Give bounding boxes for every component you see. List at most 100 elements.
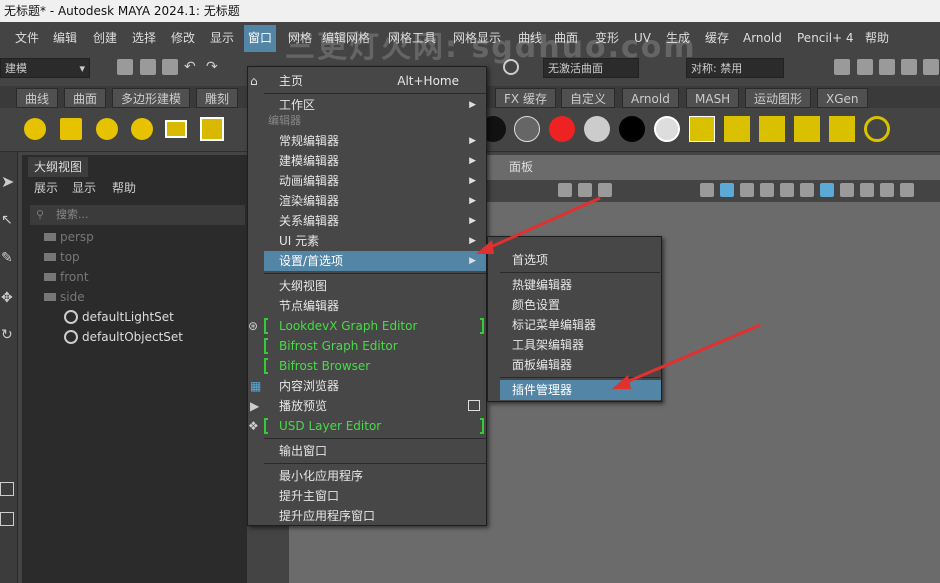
wireframe-icon[interactable] [700,183,714,197]
menu-arnold[interactable]: Arnold [743,25,782,52]
outliner-item-default-light-set[interactable]: defaultLightSet [64,307,174,327]
target-icon[interactable] [864,116,890,142]
hypershade-icon[interactable] [923,59,939,75]
submenu-shelf-editor[interactable]: 工具架编辑器 [488,335,661,355]
menu-home[interactable]: ⌂ 主页 Alt+Home [248,71,486,91]
menu-raise-app[interactable]: 提升应用程序窗口 [248,506,486,526]
spot-light-icon[interactable] [131,118,153,140]
shelf-tab-xgen[interactable]: XGen [817,88,868,108]
shelf-tab-fx-cache[interactable]: FX 缓存 [495,88,556,108]
textured-icon[interactable] [740,183,754,197]
outliner-item-front[interactable]: front [44,267,89,287]
striped-sphere-icon[interactable] [514,116,540,142]
menu-minimize-app[interactable]: 最小化应用程序 [248,466,486,486]
submenu-panel-editor[interactable]: 面板编辑器 [488,355,661,375]
new-scene-icon[interactable] [117,59,133,75]
shelf-tab-surfaces[interactable]: 曲面 [64,88,107,108]
redo-icon[interactable]: ↷ [206,59,222,75]
menu-general-editors[interactable]: 常规编辑器 ▶ [248,131,486,151]
shelf-tab-mash[interactable]: MASH [686,88,740,108]
film-gate-icon[interactable] [578,183,592,197]
xray-icon[interactable] [840,183,854,197]
move-tool-icon[interactable]: ✥ [1,290,13,306]
menu-node-editor[interactable]: 节点编辑器 [248,296,486,316]
menu-rendering-editors[interactable]: 渲染编辑器 ▶ [248,191,486,211]
undo-icon[interactable]: ↶ [184,59,200,75]
menu-modeling-editors[interactable]: 建模编辑器 ▶ [248,151,486,171]
resolution-gate-icon[interactable] [598,183,612,197]
ipr-render-icon[interactable] [879,59,895,75]
smooth-shade-icon[interactable] [720,183,734,197]
menu-outliner[interactable]: 大纲视图 [248,276,486,296]
menu-help[interactable]: 帮助 [865,25,889,52]
submenu-hotkey-editor[interactable]: 热键编辑器 [488,275,661,295]
menu-lookdevx[interactable]: ⊛ LookdevX Graph Editor [248,316,486,336]
film-export-icon[interactable] [829,116,855,142]
xray-joints-icon[interactable] [860,183,874,197]
paint-tool-icon[interactable]: ✎ [1,250,13,266]
layout-four-icon[interactable] [0,512,14,526]
shelf-tab-sculpt[interactable]: 雕刻 [196,88,239,108]
grid-icon[interactable] [558,183,572,197]
menu-select[interactable]: 选择 [132,25,156,52]
select-tool-icon[interactable]: ➤ [1,172,14,191]
shelf-tab-poly[interactable]: 多边形建模 [112,88,191,108]
symmetry-field[interactable]: 对称: 禁用 [686,58,784,78]
white-sphere-icon[interactable] [654,116,680,142]
menu-ui-elements[interactable]: UI 元素 ▶ [248,231,486,251]
save-scene-icon[interactable] [162,59,178,75]
outliner-menu-help[interactable]: 帮助 [112,179,136,197]
render-view-icon[interactable] [834,59,850,75]
menu-create[interactable]: 创建 [93,25,117,52]
xray-components-icon[interactable] [880,183,894,197]
shelf-tab-curves[interactable]: 曲线 [16,88,59,108]
heat-sphere-icon[interactable] [549,116,575,142]
viewport-menu-panels[interactable]: 面板 [509,158,533,178]
point-light-icon[interactable] [96,118,118,140]
menu-animation-editors[interactable]: 动画编辑器 ▶ [248,171,486,191]
menu-display[interactable]: 显示 [210,25,234,52]
submenu-color-settings[interactable]: 颜色设置 [488,295,661,315]
area-light-icon[interactable] [60,118,82,140]
render-icon[interactable] [857,59,873,75]
isolate-icon[interactable] [820,183,834,197]
outliner-search-input[interactable]: ⚲ 搜索... [30,205,245,225]
shelf-tab-arnold[interactable]: Arnold [622,88,679,108]
menu-cache[interactable]: 缓存 [705,25,729,52]
outliner-menu-show[interactable]: 展示 [34,179,58,197]
outliner-item-persp[interactable]: persp [44,227,94,247]
menu-raise-main[interactable]: 提升主窗口 [248,486,486,506]
menu-playblast[interactable]: ▶ 播放预览 [248,396,486,416]
dark-sphere-icon[interactable] [619,116,645,142]
film-add-icon[interactable] [794,116,820,142]
open-scene-icon[interactable] [140,59,156,75]
menu-file[interactable]: 文件 [15,25,39,52]
menu-relationship-editors[interactable]: 关系编辑器 ▶ [248,211,486,231]
menu-content-browser[interactable]: ▦ 内容浏览器 [248,376,486,396]
outliner-menu-display[interactable]: 显示 [72,179,96,197]
layout-single-icon[interactable] [0,482,14,496]
outliner-item-default-object-set[interactable]: defaultObjectSet [64,327,183,347]
menu-bifrost-graph[interactable]: Bifrost Graph Editor [248,336,486,356]
menu-output-window[interactable]: 输出窗口 [248,441,486,461]
outliner-item-side[interactable]: side [44,287,85,307]
submenu-marking-menu-editor[interactable]: 标记菜单编辑器 [488,315,661,335]
shadows-icon[interactable] [780,183,794,197]
lighting-icon[interactable] [760,183,774,197]
menu-modify[interactable]: 修改 [171,25,195,52]
submenu-preferences[interactable]: 首选项 [488,250,661,270]
render-settings-icon[interactable] [901,59,917,75]
lasso-tool-icon[interactable]: ↖ [1,212,13,228]
outliner-item-top[interactable]: top [44,247,80,267]
menu-windows[interactable]: 窗口 [244,25,277,52]
shelf-tab-custom[interactable]: 自定义 [561,88,616,108]
menu-usd-layer-editor[interactable]: ❖ USD Layer Editor [248,416,486,436]
sky-light-icon[interactable] [24,118,46,140]
outliner-tab[interactable]: 大纲视图 [28,157,89,177]
menu-bifrost-browser[interactable]: Bifrost Browser [248,356,486,376]
mesh-light-icon[interactable] [200,117,224,141]
gate-mask-icon[interactable] [900,183,914,197]
film-stack-icon[interactable] [724,116,750,142]
waveform-icon[interactable] [689,116,715,142]
menu-pencil[interactable]: Pencil+ 4 [797,25,854,52]
